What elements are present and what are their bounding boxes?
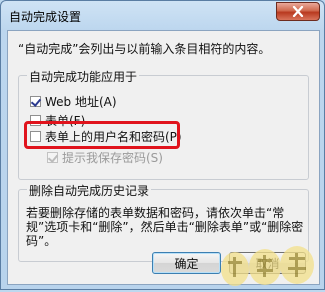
prompt-save-password-label: 提示我保存密码(S) [62, 151, 163, 165]
web-address-checkbox[interactable] [30, 96, 41, 107]
window-title: 自动完成设置 [9, 10, 82, 24]
highlight-annotation [24, 121, 180, 149]
close-button[interactable] [276, 2, 320, 21]
prompt-save-password-checkbox [47, 152, 58, 163]
close-icon [292, 6, 304, 17]
watermark-logo [219, 241, 323, 289]
autocomplete-description: “自动完成”会列出与以前输入条目相符的内容。 [18, 42, 271, 56]
web-address-label: Web 地址(A) [45, 95, 117, 109]
apply-to-group-legend: 自动完成功能应用于 [27, 68, 140, 85]
ok-button[interactable]: 确定 [152, 252, 221, 274]
clear-history-group-legend: 删除自动完成历史记录 [27, 182, 152, 199]
checkbox-row-prompt-save-password: 提示我保存密码(S) [47, 149, 163, 166]
checkbox-row-web-address[interactable]: Web 地址(A) [30, 93, 117, 110]
title-bar[interactable]: 自动完成设置 [1, 1, 324, 29]
autocomplete-settings-window: 自动完成设置 “自动完成”会列出与以前输入条目相符的内容。 自动完成功能应用于 … [0, 0, 325, 290]
